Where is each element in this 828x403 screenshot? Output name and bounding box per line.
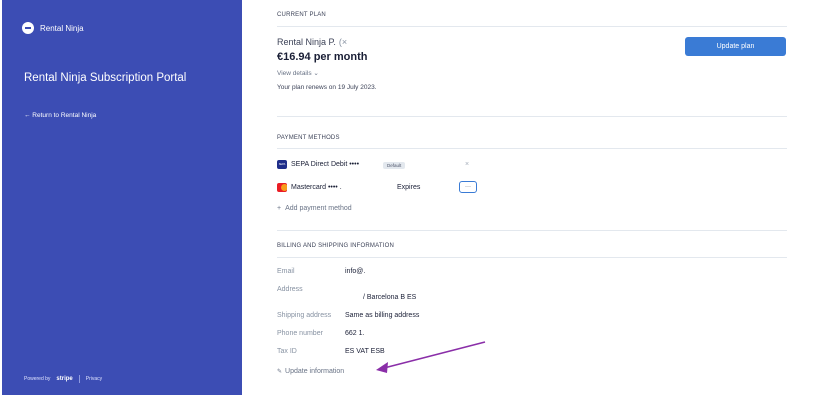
phone-label: Phone number xyxy=(277,330,323,337)
plan-name-suffix: (× xyxy=(338,37,348,47)
annotation-arrowhead xyxy=(376,362,388,373)
billing-heading: BILLING AND SHIPPING INFORMATION xyxy=(277,243,394,249)
view-details-label: View details xyxy=(277,70,312,77)
tax-id-label: Tax ID xyxy=(277,348,297,355)
brand-name: Rental Ninja xyxy=(40,23,84,33)
privacy-link[interactable]: Privacy xyxy=(86,376,102,382)
update-plan-button[interactable]: Update plan xyxy=(685,37,786,56)
portal-title: Rental Ninja Subscription Portal xyxy=(24,72,187,84)
footer-divider xyxy=(78,375,80,383)
plan-name: Rental Ninja P. (× xyxy=(277,37,347,47)
plan-price: €16.94 per month xyxy=(277,51,368,63)
divider xyxy=(277,257,787,258)
remove-payment-method-icon[interactable]: × xyxy=(465,161,469,168)
brand[interactable]: Rental Ninja xyxy=(22,22,84,34)
view-details-link[interactable]: View details ⌄ xyxy=(277,69,319,77)
shipping-label: Shipping address xyxy=(277,312,332,319)
payment-method-name: Mastercard •••• . xyxy=(291,184,342,191)
payment-method-name: SEPA Direct Debit •••• xyxy=(291,161,360,168)
plan-name-text: Rental Ninja P. xyxy=(277,37,336,47)
address-value: / Barcelona B ES xyxy=(363,294,417,301)
default-badge: Default xyxy=(383,162,406,169)
mastercard-icon xyxy=(277,183,287,192)
return-link[interactable]: ← Return to Rental Ninja xyxy=(24,112,96,119)
update-information-link[interactable]: ✎ Update information xyxy=(277,368,344,375)
tax-id-value: ES VAT ESB xyxy=(345,348,385,355)
plus-icon: + xyxy=(277,205,282,212)
email-value: info@. xyxy=(345,268,366,275)
divider xyxy=(277,148,787,149)
payment-method-row: SEPA SEPA Direct Debit •••• xyxy=(277,160,359,169)
sidebar-footer: Powered by stripe Privacy xyxy=(24,375,102,383)
add-payment-method-link[interactable]: + Add payment method xyxy=(277,205,352,212)
phone-value: 662 1. xyxy=(345,330,365,337)
rental-ninja-logo-icon xyxy=(22,22,34,34)
chevron-down-icon: ⌄ xyxy=(313,70,319,77)
stripe-logo[interactable]: stripe xyxy=(56,376,72,382)
address-label: Address xyxy=(277,286,303,293)
add-payment-method-label: Add payment method xyxy=(285,205,352,212)
update-information-label: Update information xyxy=(285,368,345,375)
divider xyxy=(277,26,787,27)
pencil-icon: ✎ xyxy=(277,369,283,375)
powered-by-text: Powered by xyxy=(24,376,51,382)
divider xyxy=(277,230,787,231)
payment-methods-heading: PAYMENT METHODS xyxy=(277,135,340,141)
more-options-button[interactable]: ··· xyxy=(459,181,477,193)
plan-renewal-text: Your plan renews on 19 July 2023. xyxy=(277,84,377,91)
shipping-value: Same as billing address xyxy=(345,312,420,319)
card-expires: Expires xyxy=(397,184,421,191)
current-plan-heading: CURRENT PLAN xyxy=(277,12,326,18)
payment-method-row: Mastercard •••• . xyxy=(277,183,342,192)
divider xyxy=(277,116,787,117)
email-label: Email xyxy=(277,268,295,275)
sepa-icon: SEPA xyxy=(277,160,287,169)
sidebar: Rental Ninja Rental Ninja Subscription P… xyxy=(2,0,242,395)
annotation-arrow-line xyxy=(383,341,486,369)
